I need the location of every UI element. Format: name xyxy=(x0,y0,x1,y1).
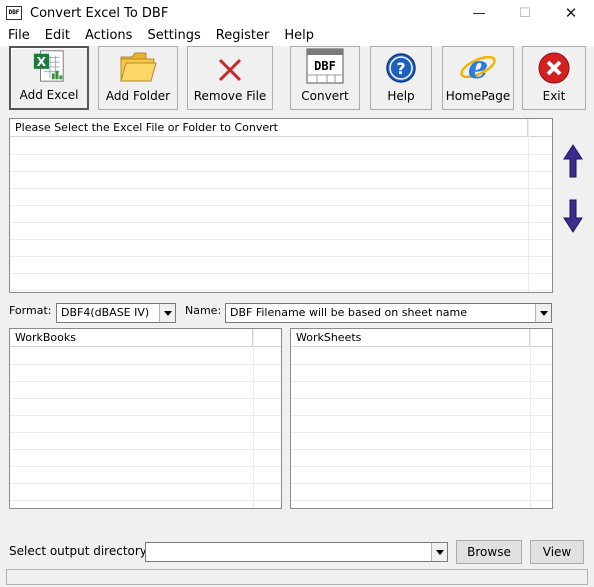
svg-text:X: X xyxy=(37,55,47,69)
add-excel-label: Add Excel xyxy=(19,88,79,102)
format-label: Format: xyxy=(9,304,52,317)
exit-button[interactable]: Exit xyxy=(522,46,586,110)
workbooks-header: WorkBooks xyxy=(10,329,281,347)
folder-icon xyxy=(120,52,157,82)
menu-edit[interactable]: Edit xyxy=(37,26,77,46)
file-list[interactable]: Please Select the Excel File or Folder t… xyxy=(9,118,553,293)
menu-bar: File Edit Actions Settings Register Help xyxy=(0,26,594,46)
worksheets-column-header[interactable]: WorkSheets xyxy=(291,329,530,346)
close-button[interactable]: ✕ xyxy=(548,0,594,26)
remove-file-button[interactable]: Remove File xyxy=(187,46,273,110)
file-list-column-header[interactable]: Please Select the Excel File or Folder t… xyxy=(10,119,528,136)
app-icon: DBF xyxy=(6,6,22,20)
add-excel-button[interactable]: X Add Excel xyxy=(9,46,89,110)
name-label: Name: xyxy=(185,304,222,317)
name-value: DBF Filename will be based on sheet name xyxy=(230,306,467,319)
internet-explorer-icon: e xyxy=(460,48,496,85)
workbooks-column-header[interactable]: WorkBooks xyxy=(10,329,253,346)
menu-file[interactable]: File xyxy=(0,26,37,46)
convert-label: Convert xyxy=(301,89,349,103)
file-list-header: Please Select the Excel File or Folder t… xyxy=(10,119,552,137)
remove-file-label: Remove File xyxy=(193,89,267,103)
chevron-down-icon[interactable] xyxy=(535,304,551,322)
format-value: DBF4(dBASE IV) xyxy=(61,306,150,319)
convert-button[interactable]: DBF Convert xyxy=(290,46,360,110)
menu-actions[interactable]: Actions xyxy=(77,26,140,46)
remove-x-icon xyxy=(218,58,242,82)
minimize-button[interactable]: — xyxy=(456,0,502,26)
format-select[interactable]: DBF4(dBASE IV) xyxy=(56,303,176,323)
output-directory-label: Select output directory: xyxy=(9,544,151,558)
help-question-icon: ? xyxy=(386,53,416,83)
window-title: Convert Excel To DBF xyxy=(30,5,169,21)
menu-register[interactable]: Register xyxy=(208,26,277,46)
dbf-table-icon: DBF xyxy=(306,48,344,84)
maximize-button[interactable]: ☐ xyxy=(502,0,548,26)
help-button[interactable]: ? Help xyxy=(370,46,432,110)
menu-settings[interactable]: Settings xyxy=(139,26,207,46)
toolbar: X Add Excel Add Folder Remove File DBF C… xyxy=(0,46,594,114)
menu-help[interactable]: Help xyxy=(276,26,321,46)
excel-file-icon: X xyxy=(33,50,64,82)
title-bar: DBF Convert Excel To DBF — ☐ ✕ xyxy=(0,0,594,26)
add-folder-button[interactable]: Add Folder xyxy=(98,46,178,110)
homepage-button[interactable]: e HomePage xyxy=(442,46,514,110)
arrow-up-icon xyxy=(563,144,583,178)
exit-label: Exit xyxy=(542,89,566,103)
chevron-down-icon[interactable] xyxy=(159,304,175,322)
svg-text:?: ? xyxy=(396,59,405,78)
workbooks-list[interactable]: WorkBooks xyxy=(9,328,282,509)
help-label: Help xyxy=(387,89,415,103)
status-bar xyxy=(6,569,588,585)
arrow-down-icon xyxy=(563,199,583,233)
svg-text:DBF: DBF xyxy=(314,59,336,73)
output-directory-select[interactable] xyxy=(145,542,448,562)
homepage-label: HomePage xyxy=(445,89,511,103)
exit-x-icon xyxy=(538,52,570,84)
move-up-button[interactable] xyxy=(560,141,586,181)
name-select[interactable]: DBF Filename will be based on sheet name xyxy=(225,303,552,323)
svg-text:e: e xyxy=(468,48,488,85)
browse-button[interactable]: Browse xyxy=(456,540,522,564)
view-button[interactable]: View xyxy=(530,540,584,564)
add-folder-label: Add Folder xyxy=(105,89,171,103)
chevron-down-icon[interactable] xyxy=(431,543,447,561)
worksheets-header: WorkSheets xyxy=(291,329,552,347)
move-down-button[interactable] xyxy=(560,196,586,236)
worksheets-list[interactable]: WorkSheets xyxy=(290,328,553,509)
